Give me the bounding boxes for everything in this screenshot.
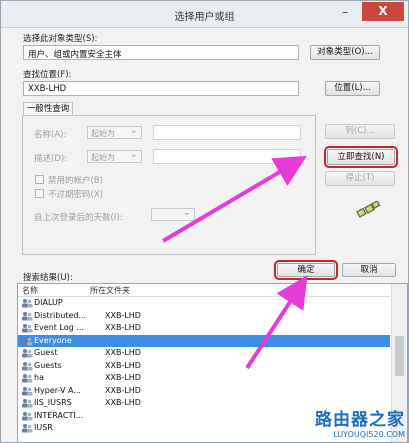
object-type-label: 选择此对象类型(S): [23, 34, 98, 44]
table-row[interactable]: Guest XXB-LHD [18, 347, 390, 359]
description-input[interactable] [153, 149, 301, 164]
row-name: Hyper-V A... [34, 385, 81, 395]
row-name: INTERACTI... [34, 410, 84, 420]
location-field: XXB-LHD [23, 81, 299, 96]
row-folder: XXB-LHD [105, 373, 141, 382]
row-folder: XXB-LHD [105, 360, 141, 370]
row-name: Event Log ... [34, 323, 84, 332]
stop-button[interactable]: 停止(T) [325, 171, 395, 186]
user-group-icon [22, 424, 33, 433]
close-icon: X [378, 4, 388, 18]
table-row[interactable]: Hyper-V A... XXB-LHD [18, 385, 390, 397]
row-folder: XXB-LHD [105, 398, 141, 407]
watermark-title: 路由器之家 [315, 410, 405, 430]
cancel-button[interactable]: 取消 [342, 263, 396, 277]
object-type-field: 用户、组或内置安全主体 [23, 45, 299, 60]
name-match-select[interactable]: 起始为 [87, 125, 142, 139]
user-group-icon [22, 349, 33, 358]
no-expire-password-checkbox[interactable] [35, 189, 44, 198]
locations-button[interactable]: 位置(L)... [325, 81, 380, 96]
user-group-icon [22, 411, 33, 420]
user-group-icon [22, 336, 33, 345]
location-label: 查找位置(F): [23, 70, 72, 80]
name-label: 名称(A): [34, 130, 67, 140]
row-name: DIALUP [34, 298, 63, 307]
row-name: Everyone [34, 335, 72, 345]
row-name: Guests [34, 360, 62, 370]
table-row[interactable]: Guests XXB-LHD [18, 360, 390, 372]
row-name: Guest [34, 348, 58, 357]
table-row[interactable]: Event Log ... XXB-LHD [18, 322, 390, 334]
table-row[interactable]: ha XXB-LHD [18, 372, 390, 384]
table-row[interactable]: Everyone [18, 334, 390, 347]
row-name: Distributed... [34, 310, 87, 320]
user-group-icon [22, 299, 33, 308]
disabled-accounts-checkbox[interactable] [35, 175, 44, 184]
object-types-button[interactable]: 对象类型(O)... [310, 45, 380, 60]
table-row[interactable]: DIALUP [18, 297, 390, 309]
close-button[interactable]: X [362, 2, 404, 21]
user-group-icon [22, 361, 33, 370]
column-header-folder[interactable]: 所在文件夹 [90, 285, 130, 296]
no-expire-password-label: 不过期密码(X) [48, 190, 103, 200]
days-since-logon-label: 自上次登录后的天数(I): [34, 213, 123, 223]
table-row[interactable]: Distributed... XXB-LHD [18, 310, 390, 322]
tab-common-queries[interactable]: 一般性查询 [23, 102, 73, 116]
user-group-icon [22, 399, 33, 408]
user-group-icon [22, 374, 33, 383]
ok-button[interactable]: 确定 [274, 260, 338, 280]
search-animation-icon [356, 201, 381, 218]
name-input[interactable] [153, 125, 301, 140]
select-users-dialog: 选择用户或组 – X 选择此对象类型(S): 用户、组或内置安全主体 对象类型(… [0, 0, 409, 443]
days-since-logon-select[interactable] [151, 207, 195, 221]
row-folder: XXB-LHD [105, 323, 141, 332]
column-header-name[interactable]: 名称 [22, 285, 38, 296]
user-group-icon [22, 311, 33, 320]
description-label: 描述(D): [34, 154, 68, 164]
disabled-accounts-label: 禁用的帐户(B) [48, 176, 103, 186]
row-name: IIS_IUSRS [34, 398, 72, 407]
minimize-icon[interactable]: – [334, 3, 356, 21]
row-folder: XXB-LHD [105, 348, 141, 357]
row-folder: XXB-LHD [105, 310, 141, 320]
scrollbar-thumb[interactable] [395, 336, 404, 376]
results-header: 名称 所在文件夹 [18, 284, 390, 297]
watermark-url: LUYOUQI520.COM [333, 430, 405, 439]
user-group-icon [22, 386, 33, 395]
row-name: ha [34, 373, 44, 382]
title-bar: 选择用户或组 – X [1, 1, 408, 28]
description-match-select[interactable]: 起始为 [87, 149, 142, 163]
columns-button[interactable]: 列(C)... [325, 124, 395, 139]
row-name: IUSR [34, 423, 53, 432]
row-folder: XXB-LHD [105, 385, 141, 395]
user-group-icon [22, 324, 33, 333]
search-results-label: 搜索结果(U): [23, 273, 73, 283]
watermark: 路由器之家 LUYOUQI520.COM [315, 405, 405, 439]
find-now-button[interactable]: 立即查找(N) [324, 146, 398, 168]
